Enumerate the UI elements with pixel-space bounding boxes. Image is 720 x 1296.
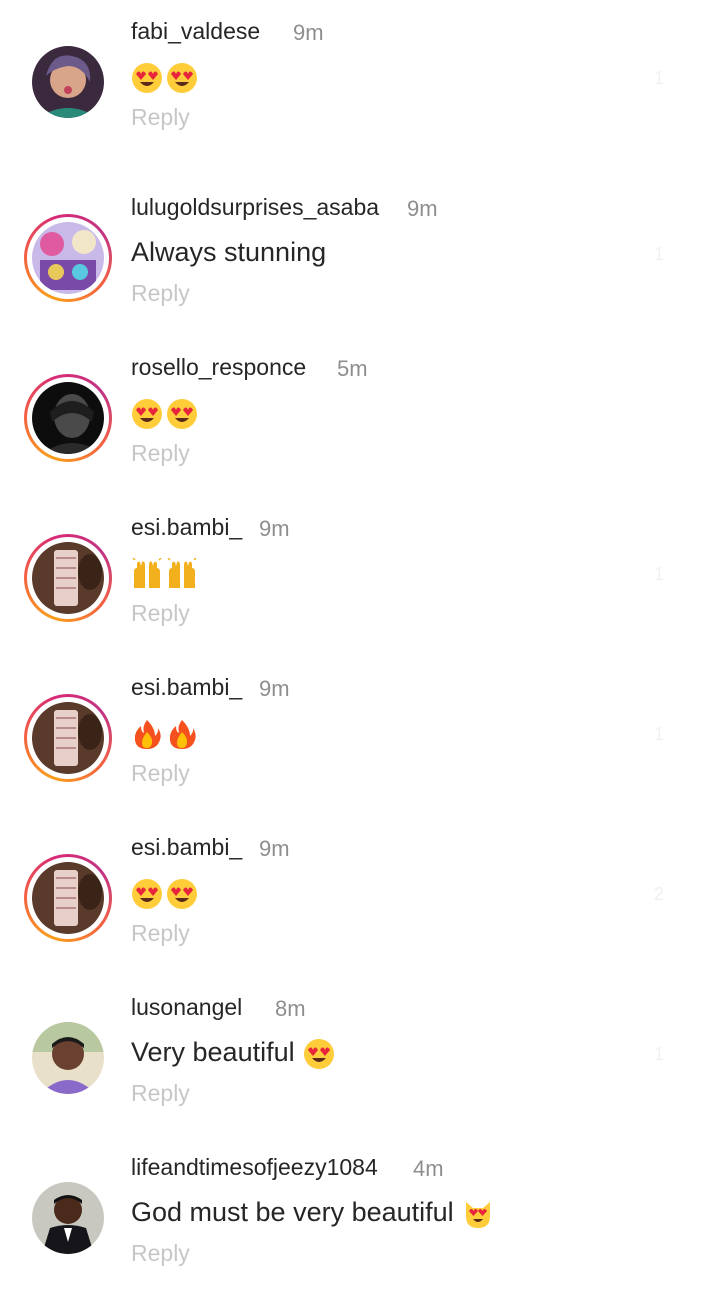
comment-body (131, 551, 201, 593)
comment-body (131, 391, 201, 433)
comment-username[interactable]: fabi_valdese (131, 18, 260, 45)
avatar[interactable] (24, 38, 112, 126)
comment-item: lulugoldsurprises_asaba 9m Always stunning… (0, 176, 720, 336)
comment-text: Very beautiful (131, 1037, 295, 1067)
heart-eyes-face-emoji-icon (131, 398, 163, 430)
reply-button[interactable]: Reply (131, 280, 190, 307)
fire-emoji-icon (166, 718, 198, 750)
avatar-image (32, 222, 104, 294)
reply-button[interactable]: Reply (131, 104, 190, 131)
avatar-image (32, 862, 104, 934)
comment-item: esi.bambi_ 9m Reply 1 (0, 496, 720, 656)
avatar-story-ring[interactable] (24, 214, 112, 302)
comment-item: esi.bambi_ 9m Reply 2 (0, 816, 720, 976)
avatar-image (32, 1022, 104, 1094)
raised-hands-emoji-icon (131, 557, 163, 590)
comment-item: esi.bambi_ 9m Reply 1 (0, 656, 720, 816)
comment-username[interactable]: esi.bambi_ (131, 514, 242, 541)
reply-button[interactable]: Reply (131, 1240, 190, 1267)
heart-eyes-cat-emoji-icon (462, 1198, 494, 1230)
heart-eyes-face-emoji-icon (131, 878, 163, 910)
like-count: 2 (653, 884, 664, 904)
comment-body: Always stunning (131, 231, 326, 273)
heart-eyes-face-emoji-icon (166, 878, 198, 910)
fire-emoji-icon (131, 718, 163, 750)
avatar-image (32, 1182, 104, 1254)
comment-body (131, 711, 201, 753)
comment-timestamp: 9m (259, 836, 290, 861)
avatar-image (32, 46, 104, 118)
comment-timestamp: 9m (407, 196, 438, 221)
comment-timestamp: 5m (337, 356, 368, 381)
reply-button[interactable]: Reply (131, 600, 190, 627)
like-count: 1 (653, 564, 664, 584)
comment-timestamp: 9m (259, 516, 290, 541)
comment-timestamp: 9m (293, 20, 324, 45)
like-count: 1 (653, 68, 664, 88)
avatar-image (32, 702, 104, 774)
reply-button[interactable]: Reply (131, 1080, 190, 1107)
avatar-story-ring[interactable] (24, 534, 112, 622)
comment-timestamp: 8m (275, 996, 306, 1021)
comment-text: God must be very beautiful (131, 1197, 454, 1227)
heart-eyes-face-emoji-icon (166, 62, 198, 94)
comment-timestamp: 9m (259, 676, 290, 701)
avatar-story-ring[interactable] (24, 374, 112, 462)
comment-item: lifeandtimesofjeezy1084 4m God must be ver… (0, 1136, 720, 1296)
comment-username[interactable]: rosello_responce (131, 354, 306, 381)
avatar-image (32, 542, 104, 614)
comment-body (131, 871, 201, 913)
reply-button[interactable]: Reply (131, 920, 190, 947)
like-count: 1 (653, 244, 664, 264)
heart-eyes-face-emoji-icon (166, 398, 198, 430)
comment-username[interactable]: esi.bambi_ (131, 834, 242, 861)
raised-hands-emoji-icon (166, 557, 198, 590)
like-count: 1 (653, 724, 664, 744)
avatar[interactable] (24, 1174, 112, 1262)
avatar-story-ring[interactable] (24, 854, 112, 942)
reply-button[interactable]: Reply (131, 440, 190, 467)
comment-text: Always stunning (131, 237, 327, 267)
avatar[interactable] (24, 1014, 112, 1102)
comment-username[interactable]: lifeandtimesofjeezy1084 (131, 1154, 378, 1181)
comment-item: rosello_responce 5m Reply (0, 336, 720, 496)
avatar-story-ring[interactable] (24, 694, 112, 782)
comment-username[interactable]: lulugoldsurprises_asaba (131, 194, 379, 221)
heart-eyes-face-emoji-icon (131, 62, 163, 94)
avatar-image (32, 382, 104, 454)
comment-username[interactable]: esi.bambi_ (131, 674, 242, 701)
comment-item: fabi_valdese 9m Reply 1 (0, 0, 720, 160)
comments-list: fabi_valdese 9m Reply 1 lulugoldsurprises_as… (0, 0, 720, 1267)
comment-timestamp: 4m (413, 1156, 444, 1181)
comment-body: God must be very beautiful (131, 1191, 497, 1233)
comment-username[interactable]: lusonangel (131, 994, 242, 1021)
comment-body: Very beautiful (131, 1031, 338, 1073)
heart-eyes-face-emoji-icon (303, 1038, 335, 1070)
like-count: 1 (653, 1044, 664, 1064)
comment-body (131, 55, 201, 97)
comment-item: lusonangel 8m Very beautiful Reply 1 (0, 976, 720, 1136)
reply-button[interactable]: Reply (131, 760, 190, 787)
